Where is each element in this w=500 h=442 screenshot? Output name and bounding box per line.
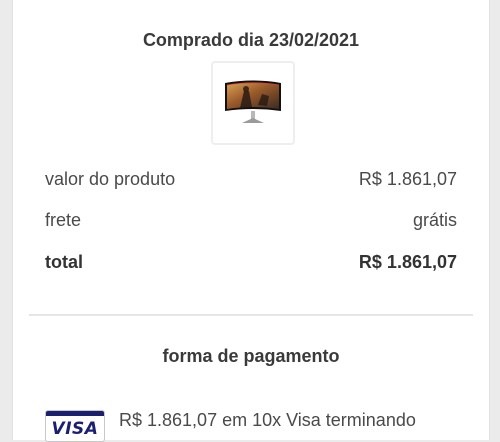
summary-row-product-value: valor do produto R$ 1.861,07 (45, 169, 457, 190)
payment-description: R$ 1.861,07 em 10x Visa terminando (119, 410, 416, 430)
total-amount: R$ 1.861,07 (358, 252, 457, 272)
summary-row-shipping: frete grátis (45, 210, 457, 231)
purchase-details-card: Comprado dia 23/02/2021 valor do produto… (12, 0, 490, 442)
shipping-label: frete (45, 210, 82, 230)
card-brand-label: VISA (51, 419, 99, 439)
product-thumbnail[interactable] (211, 61, 295, 145)
product-value-amount: R$ 1.861,07 (358, 169, 457, 189)
product-value-label: valor do produto (45, 169, 176, 189)
purchase-date-heading: Comprado dia 23/02/2021 (142, 30, 360, 50)
visa-card-icon: VISA (45, 410, 105, 442)
payment-method-row: VISA R$ 1.861,07 em 10x Visa terminando (45, 407, 479, 442)
total-label: total (45, 252, 83, 272)
summary-row-total: total R$ 1.861,07 (45, 252, 457, 273)
shipping-value: grátis (412, 210, 457, 230)
section-divider (29, 314, 473, 316)
payment-method-title: forma de pagamento (162, 346, 340, 366)
curved-monitor-icon (225, 80, 281, 123)
